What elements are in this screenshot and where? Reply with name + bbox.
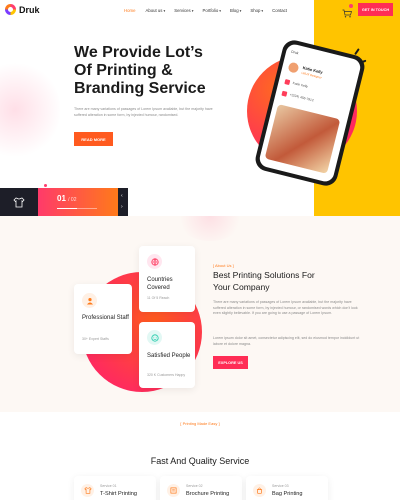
- service-card[interactable]: Service 01 T-Shirt Printing: [74, 476, 156, 500]
- phone-photo: [264, 104, 341, 174]
- stat-card-people: Satisfied People 320 K Customers Happy: [139, 322, 195, 388]
- service-number: Service 02: [186, 484, 203, 488]
- service-card[interactable]: Service 03 Bag Printing: [246, 476, 328, 500]
- brand-logo[interactable]: Druk: [5, 4, 40, 15]
- nav-label: Services: [174, 8, 191, 13]
- chevron-down-icon: ▾: [261, 8, 264, 13]
- nav-label: Shop: [250, 8, 261, 13]
- stat-card-title: Professional Staff: [82, 315, 129, 321]
- main-nav: Home About us ▾ Services ▾ Portfolio ▾ Blog…: [124, 8, 287, 13]
- phone-app-name: Druk: [290, 49, 299, 56]
- chevron-down-icon: ▾: [219, 8, 221, 13]
- logo-icon: [5, 4, 16, 15]
- nav-label: Portfolio: [202, 8, 219, 13]
- avatar: [287, 61, 300, 74]
- explore-us-button[interactable]: EXPLORE US: [213, 356, 248, 369]
- hero-description: There are many variations of passages of…: [74, 107, 213, 117]
- hero-title-line: We Provide Lot’s: [74, 44, 203, 61]
- hero-title: We Provide Lot’s Of Printing & Branding …: [74, 44, 234, 98]
- staff-icon: [82, 293, 97, 308]
- hero-decor-dot: [44, 184, 47, 187]
- nav-item-contact[interactable]: Contact: [272, 8, 287, 13]
- nav-item-shop[interactable]: Shop ▾: [250, 8, 263, 13]
- globe-icon: [147, 254, 162, 269]
- nav-label: Home: [124, 8, 136, 13]
- arrow-down-icon[interactable]: ›: [121, 204, 123, 210]
- smile-icon: [147, 330, 162, 345]
- nav-item-about[interactable]: About us ▾: [145, 8, 165, 13]
- tshirt-icon: [13, 197, 25, 207]
- stat-card-countries: Countries Covered 11 Of 5 Reach: [139, 246, 195, 312]
- stat-card-sub: 30+ Expert Staffs: [82, 337, 109, 341]
- slider-arrows: ‹ ›: [118, 188, 128, 216]
- slide-total: / 02: [68, 197, 77, 203]
- slider-counter-panel: 01 / 02: [38, 188, 118, 216]
- chevron-down-icon: ▾: [163, 8, 166, 13]
- slide-progress-bar: [57, 208, 97, 210]
- service-name: Brochure Printing: [186, 491, 230, 497]
- nav-label: Blog: [229, 8, 239, 13]
- about-tag: [ About Us ]: [213, 263, 234, 268]
- services-title: Fast And Quality Service: [150, 456, 250, 466]
- service-card[interactable]: Service 02 Brochure Printing: [160, 476, 242, 500]
- service-name: T-Shirt Printing: [100, 491, 137, 497]
- about-title-line: Your Company: [213, 281, 270, 292]
- stat-card-sub: 11 Of 5 Reach: [147, 296, 170, 300]
- phone-icon: [281, 90, 288, 97]
- nav-item-home[interactable]: Home: [124, 8, 135, 13]
- services-section: [ Printing Made Easy ] Fast And Quality …: [0, 412, 400, 500]
- service-number: Service 01: [100, 484, 117, 488]
- stat-card-sub: 320 K Customers Happy: [147, 373, 186, 377]
- brand-name: Druk: [19, 4, 40, 15]
- nav-item-services[interactable]: Services ▾: [174, 8, 193, 13]
- nav-label: Contact: [272, 8, 287, 13]
- about-decor-glow: [175, 216, 245, 241]
- nav-label: About us: [145, 8, 163, 13]
- about-paragraph: There are many variations of passages of…: [213, 300, 358, 316]
- bag-icon: [253, 484, 266, 497]
- slide-current: 01: [57, 194, 66, 203]
- nav-item-blog[interactable]: Blog ▾: [230, 8, 241, 13]
- stat-card-staff: Professional Staff 30+ Expert Staffs: [74, 284, 132, 354]
- hero-title-line: Branding Service: [74, 80, 206, 97]
- stat-card-title: Satisfied People: [147, 353, 191, 359]
- services-tag: [ Printing Made Easy ]: [180, 421, 220, 426]
- chevron-down-icon: ▾: [191, 8, 194, 13]
- stat-card-title: Countries Covered: [147, 277, 173, 291]
- about-section: Professional Staff 30+ Expert Staffs Cou…: [0, 216, 400, 412]
- hero-section: We Provide Lot’s Of Printing & Branding …: [0, 0, 400, 216]
- slide-progress-fill: [57, 208, 77, 210]
- about-paragraph: Lorem ipsum dolor sit amet, consectetur …: [213, 336, 360, 346]
- arrow-up-icon[interactable]: ‹: [121, 193, 123, 199]
- cart-badge: [349, 4, 353, 8]
- about-title: Best Printing Solutions For Your Company: [213, 270, 353, 293]
- nav-item-portfolio[interactable]: Portfolio ▾: [202, 8, 221, 13]
- phone-row-text: +(324) 456-7912: [289, 92, 315, 103]
- hero-slider-strip: 01 / 02 ‹ ›: [0, 188, 128, 216]
- hero-title-line: Of Printing &: [74, 62, 173, 79]
- user-icon: [284, 78, 291, 85]
- slide-counter: 01 / 02: [57, 194, 76, 203]
- service-name: Bag Printing: [272, 491, 303, 497]
- about-title-line: Best Printing Solutions For: [213, 270, 315, 280]
- tshirt-icon: [81, 484, 94, 497]
- service-number: Service 03: [272, 484, 289, 488]
- cart-icon: [342, 9, 352, 18]
- phone-row-text: Katie Kelly: [292, 80, 309, 89]
- chevron-down-icon: ▾: [239, 8, 242, 13]
- site-header: Druk Home About us ▾ Services ▾ Portfolio ▾…: [0, 0, 400, 22]
- get-in-touch-button[interactable]: GET IN TOUCH: [358, 3, 393, 16]
- hero-decor-glow: [0, 60, 60, 160]
- read-more-button[interactable]: READ MORE: [74, 132, 113, 146]
- slider-thumb[interactable]: [0, 188, 38, 216]
- brochure-icon: [167, 484, 180, 497]
- cart-button[interactable]: [342, 4, 353, 18]
